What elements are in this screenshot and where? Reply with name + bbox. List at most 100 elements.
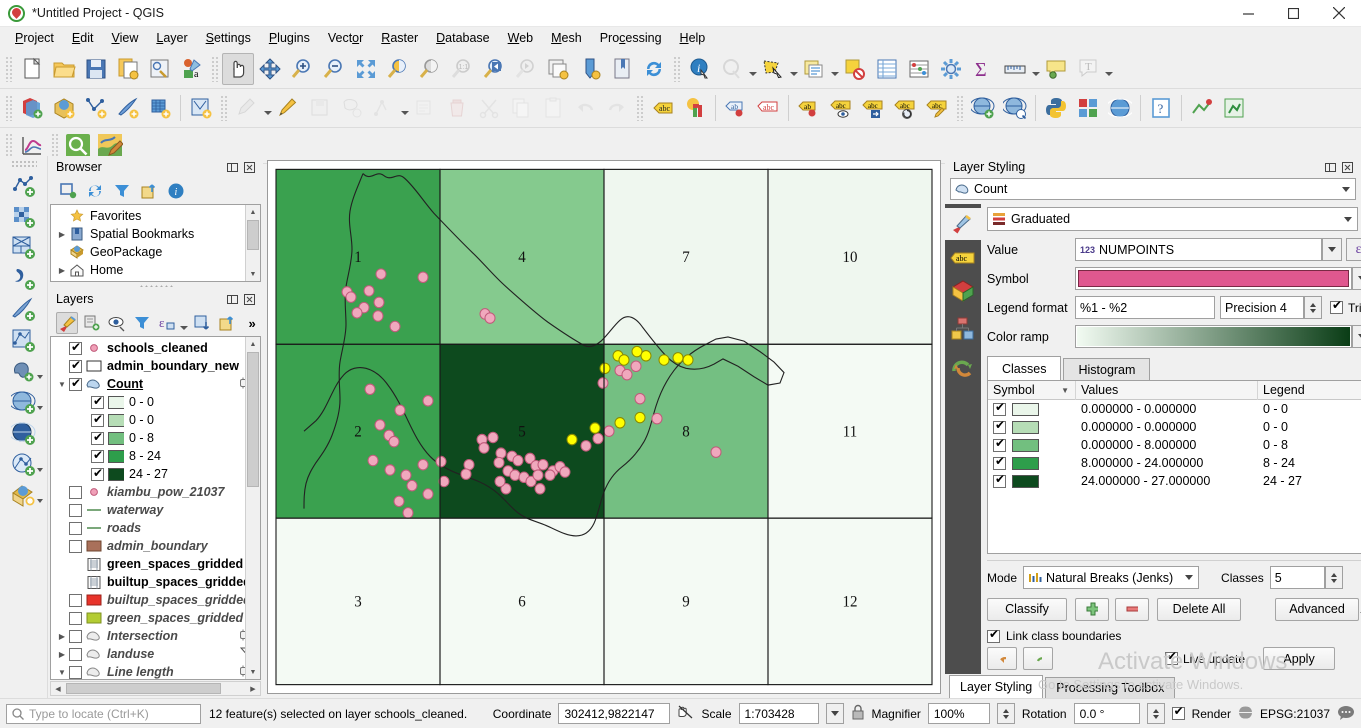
school-point[interactable] — [388, 435, 400, 448]
map-tips-button[interactable] — [1040, 53, 1072, 85]
classes-count-input[interactable]: 5 — [1269, 566, 1325, 589]
chevron-down-icon[interactable] — [36, 468, 43, 472]
python-console-button[interactable] — [1040, 92, 1072, 124]
school-point[interactable] — [509, 469, 521, 481]
vertex-tool-button[interactable] — [368, 92, 400, 124]
layer-visibility-checkbox[interactable] — [69, 611, 82, 625]
tab-histogram[interactable]: Histogram — [1063, 358, 1151, 380]
scroll-thumb[interactable] — [247, 220, 259, 250]
qgis-plugin-a-button[interactable] — [1186, 92, 1218, 124]
current-edits-dropdown[interactable] — [263, 95, 272, 121]
add-wms-layer-side-button[interactable] — [4, 387, 44, 418]
add-mesh-layer-button[interactable] — [80, 92, 112, 124]
coordinate-value[interactable]: 302412,9822147 — [558, 703, 671, 724]
delete-selected-button[interactable] — [441, 92, 473, 124]
menu-vector[interactable]: Vector — [319, 29, 372, 47]
tab-processing-toolbox[interactable]: Processing Toolbox — [1045, 677, 1176, 698]
class-color-swatch[interactable] — [1012, 402, 1039, 416]
layer-tree-row[interactable]: 24 - 27 — [51, 465, 260, 483]
metasearch-button[interactable] — [999, 92, 1031, 124]
toolbar-grip[interactable] — [5, 132, 13, 159]
toggle-coordinate-capture-icon[interactable] — [677, 704, 694, 723]
select-by-expression-button[interactable] — [798, 53, 830, 85]
school-point-selected[interactable] — [682, 354, 694, 366]
labels-tab-icon[interactable]: abc — [950, 249, 976, 270]
toolbar-grip[interactable] — [5, 55, 13, 82]
school-point[interactable] — [400, 469, 412, 481]
color-ramp-preview[interactable] — [1075, 325, 1352, 348]
layer-visibility-checkbox[interactable] — [69, 521, 82, 535]
layers-scrollbar[interactable]: ▲ ▼ — [245, 337, 260, 679]
save-layer-edits-button[interactable] — [304, 92, 336, 124]
school-point[interactable] — [406, 479, 418, 492]
school-point[interactable] — [597, 377, 609, 389]
menu-view[interactable]: View — [102, 29, 147, 47]
layer-tree-row[interactable]: ▼ Line length — [51, 663, 260, 679]
zoom-to-layer-button[interactable] — [414, 53, 446, 85]
school-point[interactable] — [351, 307, 363, 319]
add-postgis-layer-button[interactable] — [144, 92, 176, 124]
school-point[interactable] — [493, 456, 505, 469]
school-point[interactable] — [544, 469, 556, 481]
crs-globe-icon[interactable] — [1235, 705, 1255, 723]
tab-layer-styling[interactable]: Layer Styling — [949, 675, 1044, 698]
show-hide-labels-button[interactable]: abc — [825, 92, 857, 124]
zoom-last-button[interactable] — [478, 53, 510, 85]
add-class-button[interactable] — [1075, 597, 1109, 621]
class-color-swatch[interactable] — [1012, 420, 1039, 434]
classes-count-spinner[interactable] — [1324, 566, 1343, 589]
new-shapefile-layer-button[interactable] — [185, 92, 217, 124]
classes-table-row[interactable]: 0.000000 - 0.000000 0 - 0 — [988, 400, 1361, 418]
layer-tree-row[interactable]: admin_boundary — [51, 537, 260, 555]
advanced-button[interactable]: Advanced — [1275, 597, 1359, 621]
menu-help[interactable]: Help — [671, 29, 715, 47]
school-point[interactable] — [393, 495, 405, 508]
chevron-down-icon[interactable] — [36, 499, 43, 503]
layer-visibility-checkbox[interactable] — [91, 466, 104, 481]
browser-item-home[interactable]: ▶ Home — [51, 261, 260, 279]
school-point[interactable] — [373, 296, 385, 309]
school-point[interactable] — [422, 395, 434, 407]
school-point[interactable] — [495, 447, 507, 459]
close-button[interactable] — [1316, 0, 1361, 27]
apply-button[interactable]: Apply — [1263, 647, 1336, 670]
toolbar-grip[interactable] — [220, 95, 228, 121]
expander[interactable]: ▶ — [55, 230, 69, 239]
school-point[interactable] — [710, 446, 722, 458]
menu-mesh[interactable]: Mesh — [542, 29, 591, 47]
redo-button[interactable] — [601, 92, 633, 124]
crs-value[interactable]: EPSG:21037 — [1260, 707, 1330, 721]
chevron-down-icon[interactable] — [36, 375, 43, 379]
classify-button[interactable]: Classify — [987, 597, 1067, 621]
school-point[interactable] — [394, 404, 406, 417]
identify-features-button[interactable]: i — [684, 53, 716, 85]
current-edits-button[interactable] — [231, 92, 263, 124]
layer-tree-row[interactable]: green_spaces_gridded — [51, 555, 260, 573]
class-color-swatch[interactable] — [1012, 456, 1039, 470]
browser-item-spatial-bookmarks[interactable]: ▶ Spatial Bookmarks — [51, 225, 260, 243]
browser-tree[interactable]: Favorites ▶ Spatial Bookmarks GeoPackage… — [50, 204, 261, 282]
layer-visibility-checkbox[interactable] — [69, 593, 82, 607]
render-checkbox[interactable] — [1171, 704, 1185, 720]
pan-map-button[interactable] — [222, 52, 254, 85]
layer-tree-row[interactable]: ▶ landuse — [51, 645, 260, 663]
school-point[interactable] — [651, 412, 663, 425]
school-point-selected[interactable] — [566, 433, 578, 446]
school-point[interactable] — [630, 360, 642, 373]
vertex-tool-dropdown[interactable] — [400, 95, 409, 121]
school-point[interactable] — [375, 268, 387, 280]
zoom-native-button[interactable]: 1:1 — [446, 53, 478, 85]
school-point[interactable] — [463, 458, 475, 471]
toolbar-grip[interactable] — [956, 95, 964, 121]
scroll-thumb[interactable] — [247, 352, 259, 487]
school-point[interactable] — [372, 310, 384, 322]
add-wms-layer-button[interactable] — [967, 92, 999, 124]
school-point[interactable] — [580, 440, 592, 452]
precision-spinner[interactable] — [1304, 296, 1322, 319]
chevron-down-icon[interactable] — [1339, 208, 1357, 230]
zoom-to-selection-button[interactable] — [382, 53, 414, 85]
layer-visibility-checkbox[interactable] — [69, 485, 82, 499]
school-point[interactable] — [621, 368, 633, 381]
add-raster-layer-side-button[interactable] — [4, 201, 44, 232]
refresh-button[interactable] — [638, 53, 670, 85]
